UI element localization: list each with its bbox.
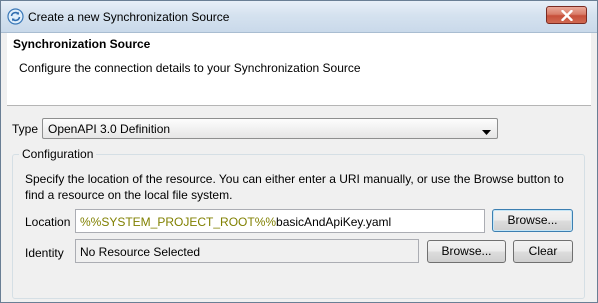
sync-icon [7,8,24,25]
title-bar[interactable]: Create a new Synchronization Source [1,1,597,33]
chevron-down-icon [482,125,491,139]
type-label: Type [12,122,39,136]
identity-field: No Resource Selected [75,239,419,263]
type-dropdown[interactable]: OpenAPI 3.0 Definition [42,118,498,139]
location-variable: %%SYSTEM_PROJECT_ROOT%% [80,215,277,229]
header-banner: Synchronization Source Configure the con… [7,33,591,106]
configuration-legend: Configuration [19,147,97,161]
close-button[interactable] [546,6,587,24]
banner-title: Synchronization Source [13,37,151,51]
dialog-window: Create a new Synchronization Source Sync… [0,0,598,303]
close-icon [561,10,573,21]
identity-value: No Resource Selected [80,245,201,259]
identity-browse-button[interactable]: Browse... [427,240,506,263]
window-title: Create a new Synchronization Source [28,10,230,24]
location-label: Location [25,215,71,229]
location-value: %%SYSTEM_PROJECT_ROOT%%basicAndApiKey.ya… [80,215,391,229]
identity-clear-button[interactable]: Clear [513,240,573,263]
location-browse-button[interactable]: Browse... [492,209,573,232]
location-path: basicAndApiKey.yaml [276,215,392,229]
identity-label: Identity [25,246,64,260]
location-input[interactable]: %%SYSTEM_PROJECT_ROOT%%basicAndApiKey.ya… [75,209,485,233]
configuration-description: Specify the location of the resource. Yo… [25,172,564,202]
banner-description: Configure the connection details to your… [19,61,361,75]
type-selected-value: OpenAPI 3.0 Definition [48,122,171,136]
